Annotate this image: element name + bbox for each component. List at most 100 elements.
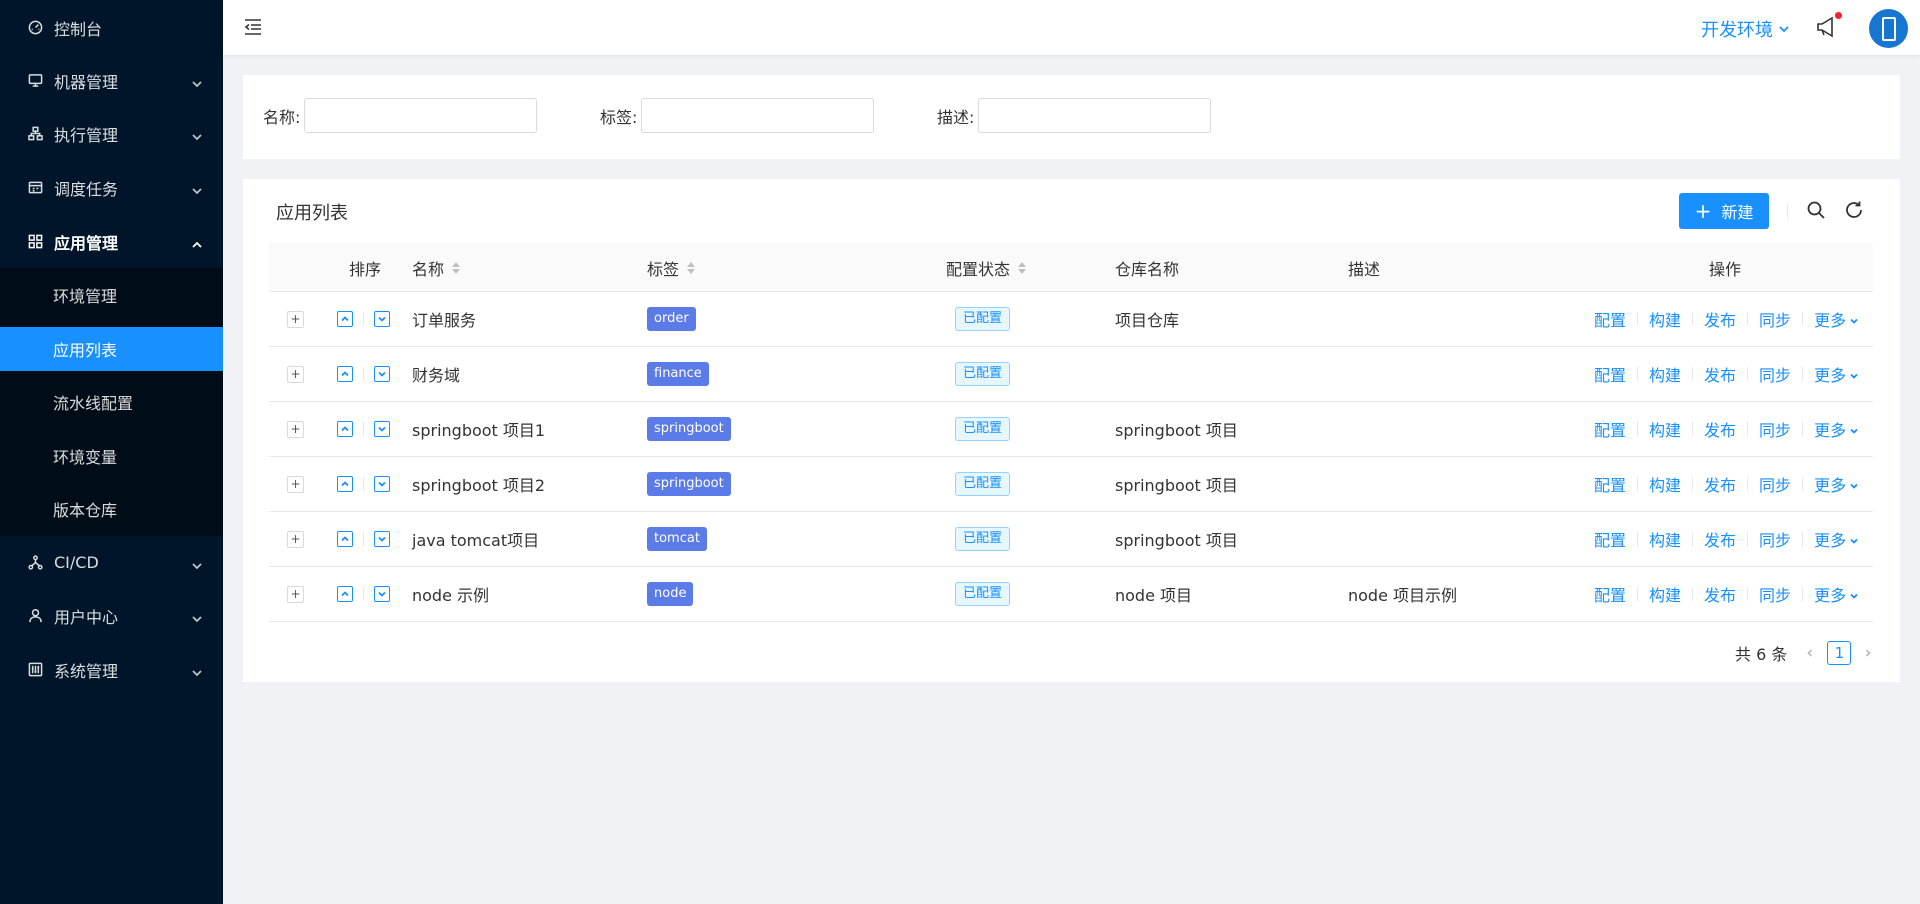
build-link[interactable]: 构建 [1649, 417, 1681, 441]
config-link[interactable]: 配置 [1594, 582, 1626, 606]
build-link[interactable]: 构建 [1649, 582, 1681, 606]
sync-link[interactable]: 同步 [1759, 527, 1791, 551]
submenu-item-repo[interactable]: 版本仓库 [0, 487, 223, 531]
submenu-item-env-vars[interactable]: 环境变量 [0, 434, 223, 478]
move-up-icon[interactable] [337, 476, 353, 492]
move-down-icon[interactable] [374, 531, 390, 547]
more-dropdown[interactable]: 更多 [1814, 362, 1859, 386]
move-up-icon[interactable] [337, 311, 353, 327]
cell-desc: node 项目示例 [1348, 586, 1458, 605]
expand-row-icon[interactable]: + [287, 365, 304, 383]
status-badge: 已配置 [955, 527, 1011, 551]
more-dropdown[interactable]: 更多 [1814, 472, 1859, 496]
menu-item-dashboard[interactable]: 控制台 [0, 1, 223, 54]
build-link[interactable]: 构建 [1649, 307, 1681, 331]
tag-input[interactable] [641, 98, 875, 133]
submenu-item-env[interactable]: 环境管理 [0, 273, 223, 317]
name-input[interactable] [304, 98, 538, 133]
status-badge: 已配置 [955, 417, 1011, 441]
chevron-down-icon [1850, 538, 1858, 544]
menu-item-app-management[interactable]: 应用管理 [0, 215, 223, 268]
new-button[interactable]: + 新建 [1679, 193, 1769, 229]
menu-item-schedule[interactable]: 调度任务 [0, 161, 223, 214]
prev-page-icon[interactable] [1801, 644, 1819, 662]
column-header-status[interactable]: 配置状态 [946, 243, 1027, 292]
schedule-icon [26, 179, 44, 197]
sync-link[interactable]: 同步 [1759, 472, 1791, 496]
more-dropdown[interactable]: 更多 [1814, 307, 1859, 331]
config-link[interactable]: 配置 [1594, 307, 1626, 331]
tag-badge: springboot [647, 417, 731, 441]
cell-repo: springboot 项目 [1115, 421, 1238, 440]
search-icon[interactable] [1806, 200, 1828, 222]
chevron-down-icon [191, 182, 203, 194]
move-up-icon[interactable] [337, 586, 353, 602]
env-selector[interactable]: 开发环境 [1701, 16, 1790, 42]
avatar[interactable] [1869, 9, 1908, 48]
release-link[interactable]: 发布 [1704, 362, 1736, 386]
column-header-label: 名称 [412, 259, 445, 279]
menu-item-user-center[interactable]: 用户中心 [0, 589, 223, 642]
expand-row-icon[interactable]: + [287, 475, 304, 493]
move-down-icon[interactable] [374, 366, 390, 382]
more-label: 更多 [1814, 531, 1847, 550]
submenu-item-pipeline[interactable]: 流水线配置 [0, 380, 223, 424]
move-up-icon[interactable] [337, 421, 353, 437]
sort-caret-icon [1018, 261, 1027, 274]
build-link[interactable]: 构建 [1649, 472, 1681, 496]
submenu-item-label: 应用列表 [53, 341, 118, 360]
table-header: 排序 名称 标签 配置状态 仓库名称 描述 操作 [269, 243, 1873, 292]
reload-icon[interactable] [1844, 200, 1866, 222]
chevron-down-icon [191, 664, 203, 676]
expand-row-icon[interactable]: + [287, 530, 304, 548]
chevron-down-icon [191, 557, 203, 569]
menu-item-label: 用户中心 [54, 607, 119, 627]
sync-link[interactable]: 同步 [1759, 582, 1791, 606]
more-dropdown[interactable]: 更多 [1814, 527, 1859, 551]
submenu-item-app-list[interactable]: 应用列表 [0, 327, 223, 371]
column-header-tag[interactable]: 标签 [647, 243, 696, 292]
more-dropdown[interactable]: 更多 [1814, 582, 1859, 606]
expand-row-icon[interactable]: + [287, 420, 304, 438]
sync-link[interactable]: 同步 [1759, 417, 1791, 441]
branches-icon [26, 554, 44, 572]
build-link[interactable]: 构建 [1649, 527, 1681, 551]
move-down-icon[interactable] [374, 586, 390, 602]
config-link[interactable]: 配置 [1594, 417, 1626, 441]
next-page-icon[interactable] [1859, 644, 1877, 662]
expand-row-icon[interactable]: + [287, 585, 304, 603]
toolbar-divider [1787, 203, 1788, 219]
release-link[interactable]: 发布 [1704, 307, 1736, 331]
cell-repo: springboot 项目 [1115, 476, 1238, 495]
sync-link[interactable]: 同步 [1759, 362, 1791, 386]
menu-item-system[interactable]: 系统管理 [0, 643, 223, 696]
chevron-down-icon [1850, 428, 1858, 434]
release-link[interactable]: 发布 [1704, 582, 1736, 606]
notification-icon[interactable] [1815, 12, 1842, 39]
menu-item-execution[interactable]: 执行管理 [0, 107, 223, 160]
release-link[interactable]: 发布 [1704, 417, 1736, 441]
move-up-icon[interactable] [337, 366, 353, 382]
config-link[interactable]: 配置 [1594, 527, 1626, 551]
config-link[interactable]: 配置 [1594, 362, 1626, 386]
table-row: + node 示例 node 已配置 node 项目 node 项目示例 配置 … [269, 567, 1873, 622]
release-link[interactable]: 发布 [1704, 472, 1736, 496]
move-up-icon[interactable] [337, 531, 353, 547]
config-link[interactable]: 配置 [1594, 472, 1626, 496]
move-down-icon[interactable] [374, 421, 390, 437]
menu-fold-icon[interactable] [243, 17, 263, 37]
sync-link[interactable]: 同步 [1759, 307, 1791, 331]
search-form: 名称: 标签: 描述: [243, 75, 1900, 159]
move-down-icon[interactable] [374, 311, 390, 327]
expand-row-icon[interactable]: + [287, 310, 304, 328]
column-header-name[interactable]: 名称 [412, 243, 461, 292]
desc-input[interactable] [978, 98, 1212, 133]
move-down-icon[interactable] [374, 476, 390, 492]
more-dropdown[interactable]: 更多 [1814, 417, 1859, 441]
page-number[interactable]: 1 [1827, 641, 1852, 665]
cell-name: 财务域 [412, 366, 461, 385]
menu-item-machine[interactable]: 机器管理 [0, 54, 223, 107]
build-link[interactable]: 构建 [1649, 362, 1681, 386]
release-link[interactable]: 发布 [1704, 527, 1736, 551]
menu-item-cicd[interactable]: CI/CD [0, 536, 223, 589]
